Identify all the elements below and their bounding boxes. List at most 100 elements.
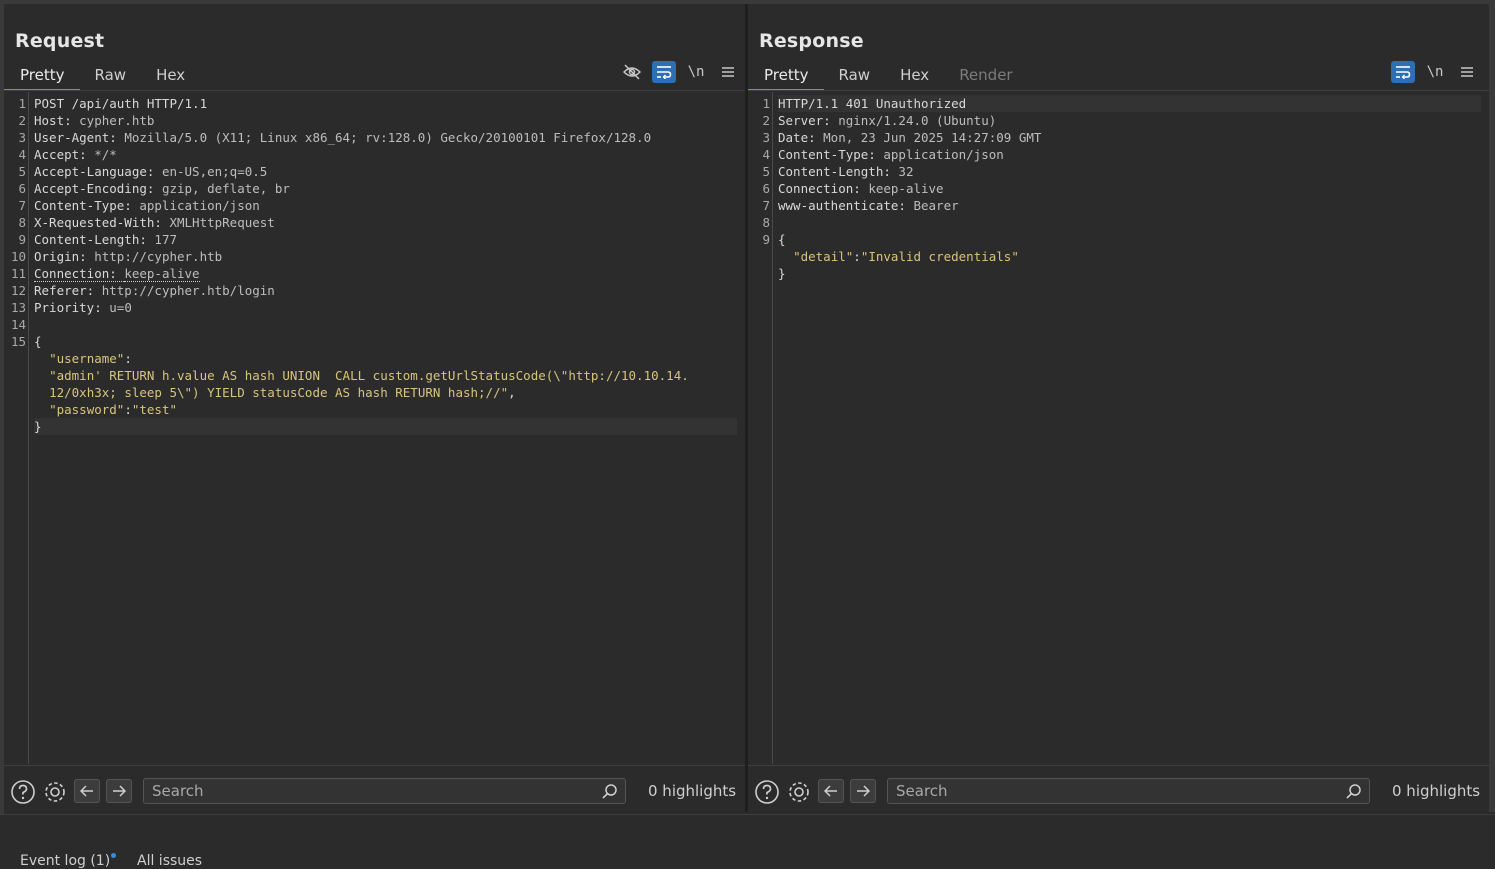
json-line: "username": (34, 350, 132, 367)
code-line: Content-Type: application/json (34, 197, 260, 214)
newline-icon[interactable]: \n (1423, 61, 1447, 83)
header-value: Bearer (913, 198, 959, 213)
header-name: Content-Type: (34, 198, 140, 213)
code-line: Priority: u=0 (34, 299, 132, 316)
code-line: Date: Mon, 23 Jun 2025 14:27:09 GMT (778, 129, 1041, 146)
json-token: : (124, 402, 132, 417)
request-search (143, 778, 626, 804)
response-search-input[interactable] (888, 779, 1369, 803)
response-panel: Response Pretty Raw Hex Render \n 1 2 3 4 5 6… (748, 4, 1489, 812)
response-tab-render[interactable]: Render (944, 63, 1027, 89)
hidden-eye-icon[interactable] (620, 61, 644, 83)
code-line: Host: cypher.htb (34, 112, 154, 129)
request-tab-pretty[interactable]: Pretty (4, 63, 80, 91)
header-name: www-authenticate: (778, 198, 914, 213)
code-line: Content-Type: application/json (778, 146, 1004, 163)
help-icon[interactable] (10, 779, 36, 805)
gear-icon[interactable] (786, 779, 812, 805)
json-line: } (34, 418, 42, 435)
code-line: Origin: http://cypher.htb (34, 248, 222, 265)
line-number-gutter: 1 2 3 4 5 6 7 8 9 10 11 12 13 14 15 (4, 92, 29, 764)
header-name: Server: (778, 113, 839, 128)
header-value: cypher.htb (79, 113, 155, 128)
line-number: 2 (18, 113, 26, 128)
line-number: 8 (18, 215, 26, 230)
response-tab-hex[interactable]: Hex (885, 63, 944, 89)
menu-icon[interactable] (716, 61, 740, 83)
json-key: "detail" (793, 249, 854, 264)
newline-icon[interactable]: \n (684, 61, 708, 83)
response-editor[interactable]: 123456789 HTTP/1.1 401 Unauthorized Serve… (748, 92, 1489, 764)
line-number: 5 (18, 164, 26, 179)
request-tab-hex[interactable]: Hex (141, 63, 200, 89)
line-number: 1 (18, 96, 26, 111)
menu-icon[interactable] (1455, 61, 1479, 83)
response-search-bar: 0 highlights (748, 765, 1489, 813)
header-name: HTTP/1.1 401 Unauthorized (778, 96, 967, 111)
request-search-bar: 0 highlights (4, 765, 745, 813)
request-title: Request (15, 30, 105, 52)
header-name: User-Agent: (34, 130, 125, 145)
gear-icon[interactable] (42, 779, 68, 805)
json-string: 12/0xh3x; sleep 5\") YIELD statusCode AS… (49, 385, 509, 400)
code-line: { (34, 333, 42, 350)
header-value: Mon, 23 Jun 2025 14:27:09 GMT (823, 130, 1042, 145)
search-icon (1346, 784, 1361, 799)
code-line: User-Agent: Mozilla/5.0 (X11; Linux x86_… (34, 129, 651, 146)
request-tabs: Pretty Raw Hex (4, 63, 200, 91)
header-value: u=0 (109, 300, 132, 315)
request-tab-raw[interactable]: Raw (80, 63, 142, 89)
json-brace: } (34, 419, 42, 434)
line-number: 11 (10, 266, 26, 281)
header-value: application/json (883, 147, 1004, 162)
code-line: Accept-Encoding: gzip, deflate, br (34, 180, 290, 197)
json-token: : (853, 249, 861, 264)
header-value: gzip, deflate, br (161, 181, 290, 196)
previous-button[interactable] (74, 779, 100, 803)
next-button[interactable] (106, 779, 132, 803)
event-log-tab[interactable]: Event log (1) (20, 853, 110, 869)
header-value: en-US,en;q=0.5 (161, 164, 268, 179)
code-line: HTTP/1.1 401 Unauthorized (778, 95, 966, 112)
response-tab-raw[interactable]: Raw (824, 63, 886, 89)
request-editor[interactable]: 1 2 3 4 5 6 7 8 9 10 11 12 13 14 15 POST /api/auth HTT… (4, 92, 745, 764)
help-icon[interactable] (754, 779, 780, 805)
next-button[interactable] (850, 779, 876, 803)
all-issues-tab[interactable]: All issues (137, 853, 202, 869)
code-line: Server: nginx/1.24.0 (Ubuntu) (778, 112, 996, 129)
previous-button[interactable] (818, 779, 844, 803)
status-bar: Event log (1) All issues (0, 814, 1495, 869)
line-number: 9 (762, 232, 770, 247)
header-name: { (778, 232, 786, 247)
code-line: Referer: http://cypher.htb/login (34, 282, 275, 299)
json-key: "password" (49, 402, 125, 417)
header-value: XMLHttpRequest (169, 215, 275, 230)
code-line: POST /api/auth HTTP/1.1 (34, 95, 207, 112)
response-tab-pretty[interactable]: Pretty (748, 63, 824, 91)
line-number: 5 (762, 164, 770, 179)
header-name: POST /api/auth HTTP/1.1 (34, 96, 208, 111)
line-number: 8 (762, 215, 770, 230)
wrap-icon[interactable] (652, 61, 676, 83)
header-name: Host: (34, 113, 80, 128)
request-search-input[interactable] (144, 779, 625, 803)
header-value: http://cypher.htb/login (101, 283, 275, 298)
header-name: Connection: (34, 266, 125, 282)
highlights-count: 0 highlights (648, 782, 737, 800)
header-name: Content-Type: (778, 147, 884, 162)
header-name: { (34, 334, 42, 349)
arrow-right-icon (113, 785, 126, 797)
code-line: X-Requested-With: XMLHttpRequest (34, 214, 275, 231)
json-brace: } (778, 266, 786, 281)
line-number: 1 (762, 96, 770, 111)
wrap-icon[interactable] (1391, 61, 1415, 83)
line-number: 9 (18, 232, 26, 247)
json-string: "test" (131, 402, 178, 417)
header-value: */* (94, 147, 117, 162)
request-panel: Request Pretty Raw Hex \n 1 2 3 4 5 6 7 8 9 10 11 1… (4, 4, 745, 812)
